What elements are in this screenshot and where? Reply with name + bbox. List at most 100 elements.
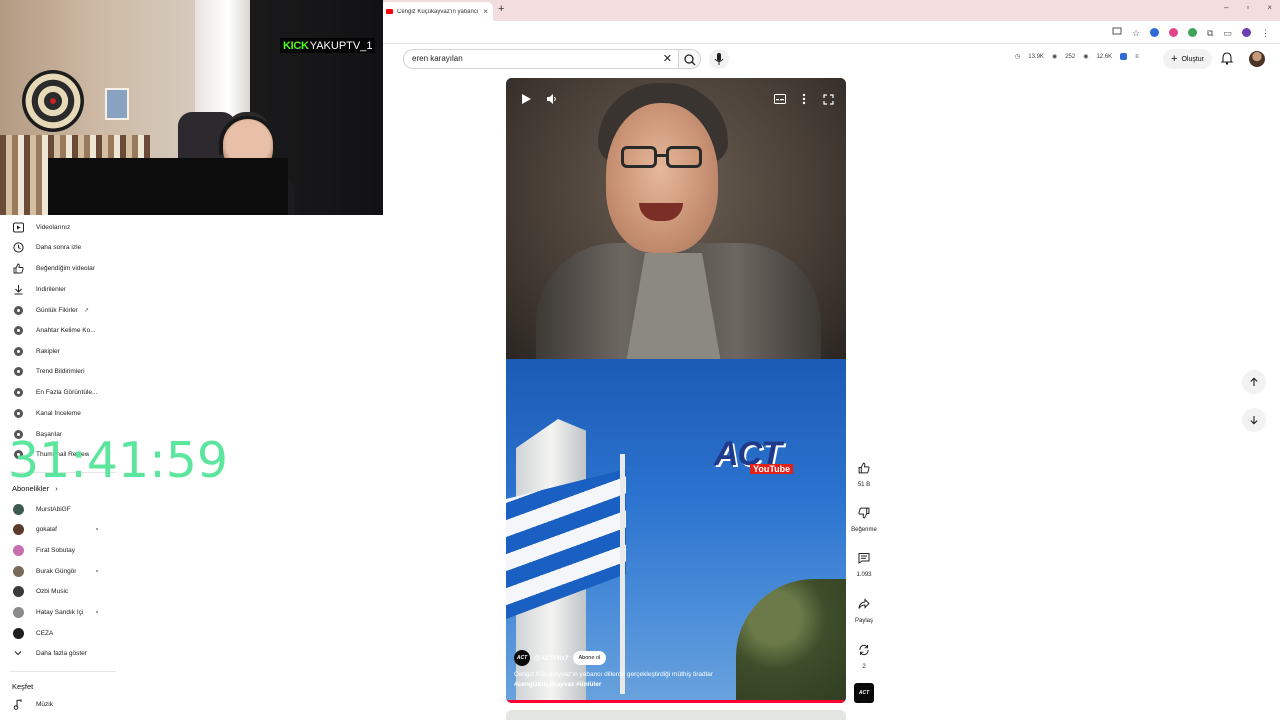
browser-tab[interactable]: Cengiz Küçükayvaz'ın yabancı × [381, 2, 493, 21]
subscription-item[interactable]: MurstAbiGF [0, 499, 120, 519]
video-frame-top [506, 78, 846, 373]
like-button[interactable]: 51 B [852, 458, 876, 488]
like-count: 51 B [857, 482, 871, 488]
bookmark-star-icon[interactable]: ☆ [1132, 27, 1140, 39]
share-icon [854, 594, 874, 614]
stat-eye-icon: ◉ [1051, 54, 1058, 60]
next-short-button[interactable] [1242, 408, 1266, 432]
sidebar-divider [10, 671, 116, 672]
channel-avatar [12, 503, 24, 515]
plus-icon: + [1171, 53, 1178, 65]
comment-icon [854, 548, 874, 568]
new-tab-button[interactable]: + [498, 3, 504, 15]
sidebar-item-daily-ideas[interactable]: Günlük Fikirler ↗ [0, 300, 120, 320]
channel-avatar [12, 585, 24, 597]
subscription-name: CEZA [36, 629, 54, 637]
channel-row: ACT @ACTFlix7 Abone ol [514, 650, 607, 666]
extension-pink-icon[interactable] [1169, 28, 1179, 37]
more-options-button[interactable] [796, 91, 812, 107]
close-window-button[interactable]: × [1267, 3, 1272, 12]
thumb-up-icon [854, 458, 874, 478]
install-app-icon[interactable] [1112, 26, 1122, 39]
share-button[interactable]: Paylaş [852, 594, 876, 624]
create-button[interactable]: + Oluştur [1163, 49, 1212, 69]
notifications-bell-icon[interactable] [1220, 52, 1234, 70]
channel-avatar[interactable]: ACT [514, 650, 530, 666]
sidebar-item-label: Trend Bildirimleri [36, 367, 85, 375]
sidebar-item-keyword[interactable]: Anahtar Kelime Ko... [0, 320, 120, 340]
sidebar-item-your-videos[interactable]: Videolarınız [0, 217, 120, 237]
more-vert-icon [802, 93, 806, 105]
wall-picture [105, 88, 129, 120]
sidebar-item-channel-review[interactable]: Kanal İnceleme [0, 403, 120, 423]
search-input[interactable]: eren karayılan ✕ [403, 49, 679, 69]
tab-close-icon[interactable]: × [483, 7, 488, 16]
subscription-item[interactable]: Burak Güngör [0, 561, 120, 581]
subscription-item[interactable]: Fırat Sobutay [0, 540, 120, 560]
stat-1: 13.9K [1028, 53, 1044, 60]
show-more-button[interactable]: Daha fazla göster [0, 643, 120, 663]
minimize-button[interactable]: – [1224, 3, 1228, 12]
account-avatar[interactable] [1249, 51, 1265, 67]
sidebar-item-music[interactable]: Müzik [0, 694, 120, 714]
comments-button[interactable]: 1.093 [852, 548, 876, 578]
sidebar-item-trend-alerts[interactable]: Trend Bildirimleri [0, 361, 120, 381]
clear-search-icon[interactable]: ✕ [663, 52, 672, 65]
fullscreen-button[interactable] [820, 91, 836, 107]
captions-button[interactable] [772, 91, 788, 107]
remix-button[interactable]: 2 [852, 640, 876, 670]
subscription-item[interactable]: gokalaf [0, 519, 120, 539]
glasses-right [666, 146, 702, 168]
extension-green-icon[interactable] [1188, 28, 1198, 37]
subscription-item[interactable]: CEZA [0, 623, 120, 643]
download-icon [12, 283, 24, 295]
sidebar-item-competitors[interactable]: Rakipler [0, 341, 120, 361]
profile-icon[interactable] [1242, 28, 1251, 37]
play-button[interactable] [518, 91, 534, 107]
channel-handle[interactable]: @ACTFlix7 [534, 655, 569, 662]
subscription-name: MurstAbiGF [36, 505, 71, 513]
kick-logo: KICK [283, 39, 309, 52]
tab-title: Cengiz Küçükayvaz'ın yabancı [397, 8, 479, 15]
browser-menu-icon[interactable]: ⋮ [1261, 27, 1270, 39]
volume-icon [547, 94, 556, 104]
extension-icon [13, 325, 23, 335]
sidebar-item-liked-videos[interactable]: Beğendiğim videolar [0, 258, 120, 278]
extension-icon [13, 366, 23, 376]
explore-heading: Keşfet [12, 682, 34, 691]
subscribe-button[interactable]: Abone ol [572, 651, 607, 665]
thumb-down-icon [854, 503, 874, 523]
channel-stats: ◷ 13.9K ◉ 252 ◉ 12.6K ≡ [1015, 53, 1139, 60]
channel-mini-avatar[interactable]: ACT [854, 683, 874, 703]
search-button[interactable] [679, 49, 701, 69]
tool-icon[interactable] [1120, 53, 1128, 60]
video-hashtags[interactable]: #cengizküçükayvaz #ünlüler [514, 680, 834, 690]
list-icon[interactable]: ≡ [1135, 54, 1139, 60]
previous-short-button[interactable] [1242, 370, 1266, 394]
video-title: Cengiz Küçükayvaz'ın yabancı dillerde ge… [514, 671, 713, 678]
channel-avatar [12, 523, 24, 535]
subscription-item[interactable]: Hatay Sandık İçi [0, 602, 120, 622]
stat-2: 252 [1065, 53, 1076, 60]
external-link-icon: ↗ [83, 307, 89, 314]
subscription-item[interactable]: Ozbi Music [0, 581, 120, 601]
subscription-name: Burak Güngör [36, 567, 77, 575]
next-short-preview[interactable] [506, 710, 846, 720]
monitor [48, 158, 288, 215]
voice-search-button[interactable] [709, 49, 729, 69]
sidebar-item-most-viewed[interactable]: En Fazla Görüntüle... [0, 382, 120, 402]
music-note-icon [12, 698, 24, 710]
shorts-player[interactable]: ACT YouTube ACT @ACTFlix7 Abone ol Cengi… [506, 78, 846, 703]
clock-icon [12, 241, 24, 253]
dislike-button[interactable]: Beğenme [851, 503, 877, 533]
extension-blue-icon[interactable] [1150, 28, 1160, 37]
kick-channel-name: YAKUPTV_1 [309, 39, 373, 52]
tab-search-icon[interactable]: ▭ [1223, 27, 1232, 39]
maximize-button[interactable]: ▫ [1246, 3, 1249, 12]
sidebar-item-watch-later[interactable]: Daha sonra izle [0, 237, 120, 257]
volume-button[interactable] [544, 91, 560, 107]
sidebar-item-downloads[interactable]: İndirilenler [0, 279, 120, 299]
sidebar-item-label: Beğendiğim videolar [36, 264, 95, 272]
extensions-puzzle-icon[interactable]: ⧉ [1207, 27, 1213, 39]
progress-bar[interactable] [506, 700, 846, 703]
